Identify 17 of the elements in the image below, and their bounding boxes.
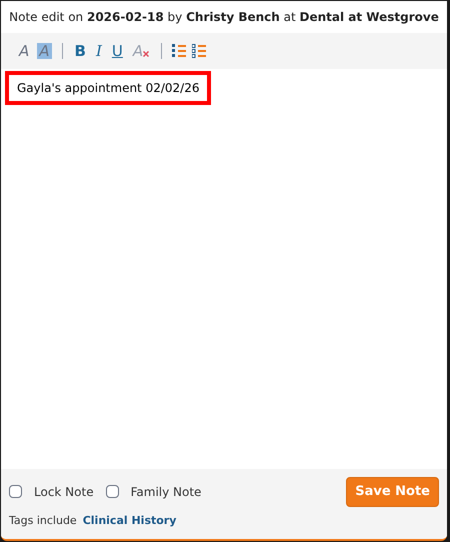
save-button[interactable]: Save Note <box>346 477 439 506</box>
numbered-list-icon[interactable] <box>172 43 186 59</box>
checkbox-label: Lock Note <box>34 484 94 501</box>
note-editor[interactable]: Gayla's appointment 02/02/26 <box>1 69 447 469</box>
bullet-list-icon[interactable] <box>192 43 206 59</box>
checkbox-label: Family Note <box>130 484 202 501</box>
bold-button[interactable]: B <box>72 43 88 59</box>
checkbox[interactable] <box>9 485 22 498</box>
tag-link[interactable]: Clinical History <box>82 512 176 529</box>
cross-icon <box>143 51 150 57</box>
note-text: Gayla's appointment 02/02/26 <box>5 71 212 105</box>
font-color-button[interactable]: A <box>17 43 32 59</box>
underline-button[interactable]: U <box>110 43 125 59</box>
italic-button[interactable]: I <box>94 43 104 59</box>
checkbox[interactable] <box>106 485 119 498</box>
dialog-title: Note edit on 2026-02-18 by Christy Bench at Dental at Westgrove <box>9 9 439 26</box>
tags-label: Tags include <box>9 512 77 528</box>
